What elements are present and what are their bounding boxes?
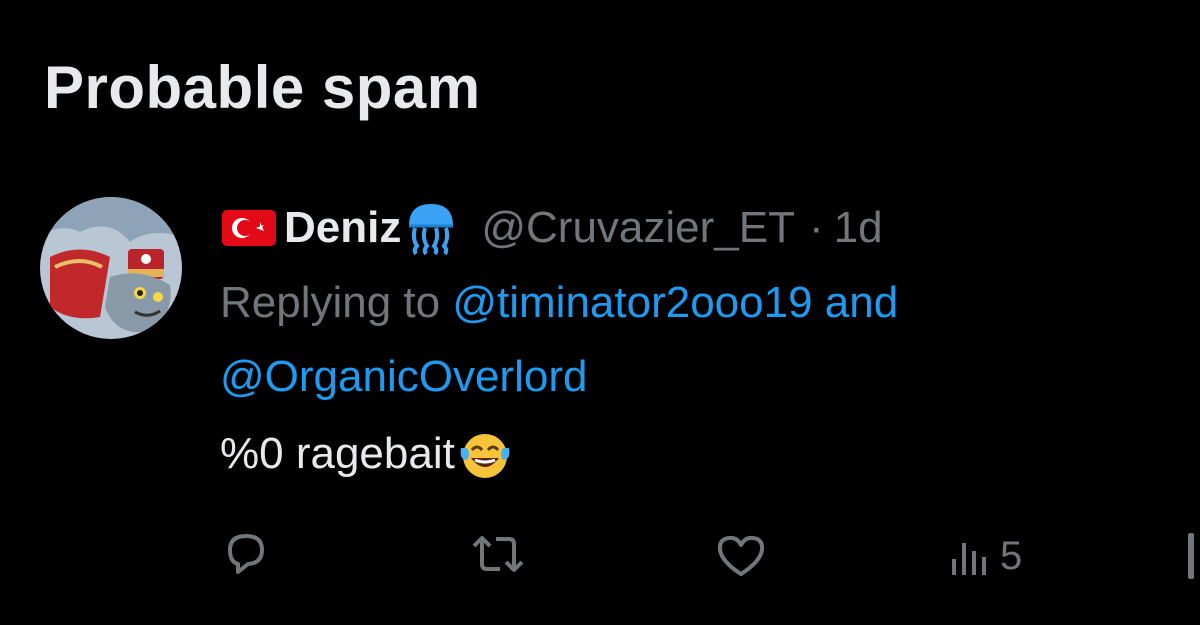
mention-link[interactable]: @timinator2ooo19 (452, 278, 812, 327)
mention-conjunction: and (812, 278, 899, 327)
header-separator: · (809, 203, 824, 252)
jellyfish-icon (403, 200, 459, 256)
reply-icon (224, 530, 268, 576)
tweet-text-content: %0 ragebait (220, 429, 455, 478)
retweet-button[interactable] (470, 532, 526, 576)
views-count: 5 (1000, 534, 1023, 578)
reply-button[interactable] (224, 530, 268, 576)
mention-link[interactable]: @OrganicOverlord (220, 352, 587, 401)
views-button[interactable]: 5 (948, 534, 1022, 579)
replying-to-line: Replying to @timinator2ooo19 and @Organi… (220, 266, 1180, 414)
retweet-icon (470, 532, 526, 576)
tweet-actions: 5 (0, 530, 1200, 586)
avatar[interactable] (40, 197, 182, 339)
timestamp[interactable]: 1d (834, 203, 883, 253)
replying-to-label: Replying to (220, 278, 453, 327)
user-handle[interactable]: @Cruvazier_ET (481, 203, 795, 253)
face-with-tears-of-joy-icon (457, 426, 513, 482)
tweet-text: %0 ragebait (220, 424, 1180, 484)
like-button[interactable] (716, 534, 766, 578)
turkish-flag-icon (220, 208, 278, 248)
tweet-header: Deniz @Cruvazier_ET · 1d (220, 198, 1180, 258)
heart-icon (716, 534, 766, 578)
share-icon[interactable] (1188, 533, 1194, 579)
views-icon (948, 535, 992, 579)
tweet[interactable]: Deniz @Cruvazier_ET · 1d Replying to @ti… (220, 198, 1180, 484)
display-name[interactable]: Deniz (284, 203, 401, 253)
section-title: Probable spam (44, 54, 481, 121)
